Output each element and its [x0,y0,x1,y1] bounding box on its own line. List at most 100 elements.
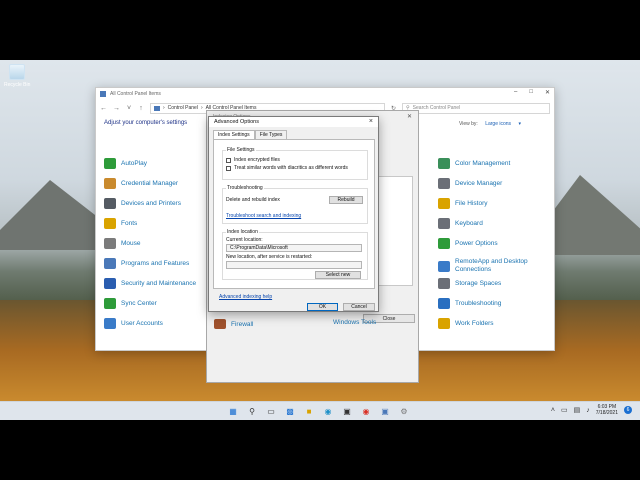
file-history-icon [438,198,450,209]
breadcrumb-sep-icon: › [162,105,165,111]
volume-icon[interactable]: ♪ [586,407,590,414]
cp-item-mouse[interactable]: Mouse [104,238,141,249]
cp-item-label: File History [455,200,488,207]
view-by-label: View by: [459,121,478,127]
view-by: View by: Large icons ▾ [459,121,521,127]
rebuild-button[interactable]: Rebuild [329,196,363,204]
task-view-icon[interactable]: ▭ [264,404,278,418]
forward-arrow-icon[interactable]: → [113,105,120,112]
diacritics-checkbox[interactable] [226,165,231,171]
display-icon[interactable]: ▭ [561,406,568,414]
encrypted-checkbox-row[interactable]: Index encrypted files [226,157,364,163]
fonts-icon [104,218,116,229]
cp-item-device-manager[interactable]: Device Manager [438,178,502,189]
search-placeholder: Search Control Panel [412,105,461,111]
cp-item-label: AutoPlay [121,160,148,167]
search-box[interactable]: ⚲ Search Control Panel [402,102,550,114]
cp-item-color-management[interactable]: Color Management [438,158,510,169]
file-settings-group: File Settings Index encrypted files Trea… [222,147,368,180]
back-arrow-icon[interactable]: ← [100,105,107,112]
indexed-locations-list[interactable] [377,176,413,286]
tab-index-settings[interactable]: Index Settings [213,130,255,139]
device-manager-icon [438,178,450,189]
cp-item-label: User Accounts [121,320,163,327]
cp-title: All Control Panel Items [110,91,161,97]
chevron-down-icon[interactable]: ▾ [518,121,521,127]
cp-item-sync-center[interactable]: Sync Center [104,298,157,309]
clock-date: 7/18/2021 [595,410,618,416]
cp-item-storage-spaces[interactable]: Storage Spaces [438,278,501,289]
cp-item-label: Power Options [455,240,498,247]
programs-and-features-icon [104,258,116,269]
breadcrumb-control-panel[interactable]: Control Panel [168,105,198,111]
breadcrumb-sep-icon: › [200,105,203,111]
control-panel-icon [100,91,106,97]
cp-item-fonts[interactable]: Fonts [104,218,137,229]
system-tray: ˄ ▭ ▤ ♪ 6:03 PM 7/18/2021 6 [551,404,632,416]
cp-item-programs-and-features[interactable]: Programs and Features [104,258,189,269]
cp-item-keyboard[interactable]: Keyboard [438,218,483,229]
cancel-button[interactable]: Cancel [343,303,375,311]
cp-item-label: Devices and Printers [121,200,181,207]
dialog-close-icon[interactable]: × [369,118,373,125]
desktop: Recycle Bin All Control Panel Items – □ … [0,60,640,401]
cp-item-autoplay[interactable]: AutoPlay [104,158,147,169]
cp-item-windows-tools[interactable]: Windows Tools [333,319,376,326]
tab-file-types[interactable]: File Types [254,130,288,139]
cp-item-file-history[interactable]: File History [438,198,488,209]
encrypted-checkbox[interactable] [226,157,231,163]
up-arrow-icon[interactable]: ↑ [138,105,144,112]
taskbar: ▦ ⚲ ▭ ▩ ■ ◉ ▣ ◉ ▣ ⚙ ˄ ▭ ▤ ♪ 6:03 PM 7/18… [0,401,640,420]
notification-badge[interactable]: 6 [624,406,632,414]
troubleshooting-icon [438,298,450,309]
ok-button[interactable]: OK [307,303,338,311]
cp-item-credential-manager[interactable]: Credential Manager [104,178,178,189]
advanced-help-link[interactable]: Advanced indexing help [219,294,272,300]
cp-item-firewall[interactable]: Firewall [214,319,253,329]
power-options-icon [438,238,450,249]
clock[interactable]: 6:03 PM 7/18/2021 [596,404,618,416]
minimize-button[interactable]: – [514,89,517,96]
indexing-taskbar-icon[interactable]: ⚙ [397,404,411,418]
cp-item-troubleshooting[interactable]: Troubleshooting [438,298,501,309]
cp-item-remoteapp-and-desktop-connections[interactable]: RemoteApp and Desktop Connections [438,258,545,274]
search-icon[interactable]: ⚲ [245,404,259,418]
chevron-up-icon[interactable]: ˄ [551,407,555,414]
troubleshoot-link[interactable]: Troubleshoot search and indexing [226,213,301,219]
recycle-bin[interactable]: Recycle Bin [4,64,30,88]
current-location-label: Current location: [226,237,263,243]
cp-item-devices-and-printers[interactable]: Devices and Printers [104,198,181,209]
network-icon[interactable]: ▤ [574,406,581,414]
encrypted-label: Index encrypted files [234,157,280,163]
close-button[interactable]: ✕ [545,89,550,96]
user-accounts-icon [104,318,116,329]
cp-item-security-and-maintenance[interactable]: Security and Maintenance [104,278,196,289]
cp-item-power-options[interactable]: Power Options [438,238,498,249]
store-icon[interactable]: ▣ [340,404,354,418]
recent-chevron-icon[interactable]: ˅ [126,105,132,112]
view-by-dropdown[interactable]: Large icons [485,121,511,127]
cp-item-work-folders[interactable]: Work Folders [438,318,494,329]
new-location-label: New location, after service is restarted… [226,254,313,260]
letterbox-bottom [0,420,640,480]
indexing-close-icon[interactable]: ✕ [407,113,412,120]
chrome-icon[interactable]: ◉ [359,404,373,418]
cp-item-label: Work Folders [455,320,494,327]
select-new-button[interactable]: Select new [315,271,361,279]
edge-icon[interactable]: ◉ [321,404,335,418]
credential-manager-icon [104,178,116,189]
control-panel-taskbar-icon[interactable]: ▣ [378,404,392,418]
advanced-options-dialog: Advanced Options × Index Settings File T… [208,116,379,312]
diacritics-checkbox-row[interactable]: Treat similar words with diacritics as d… [226,165,364,171]
recycle-bin-icon [9,64,25,80]
file-explorer-icon[interactable]: ■ [302,404,316,418]
firewall-label: Firewall [231,320,254,328]
firewall-icon [214,319,226,329]
widgets-icon[interactable]: ▩ [283,404,297,418]
cp-item-label: RemoteApp and Desktop Connections [455,258,528,273]
maximize-button[interactable]: □ [529,89,533,96]
start-icon[interactable]: ▦ [226,404,240,418]
autoplay-icon [104,158,116,169]
cp-item-label: Fonts [121,220,138,227]
cp-item-user-accounts[interactable]: User Accounts [104,318,163,329]
